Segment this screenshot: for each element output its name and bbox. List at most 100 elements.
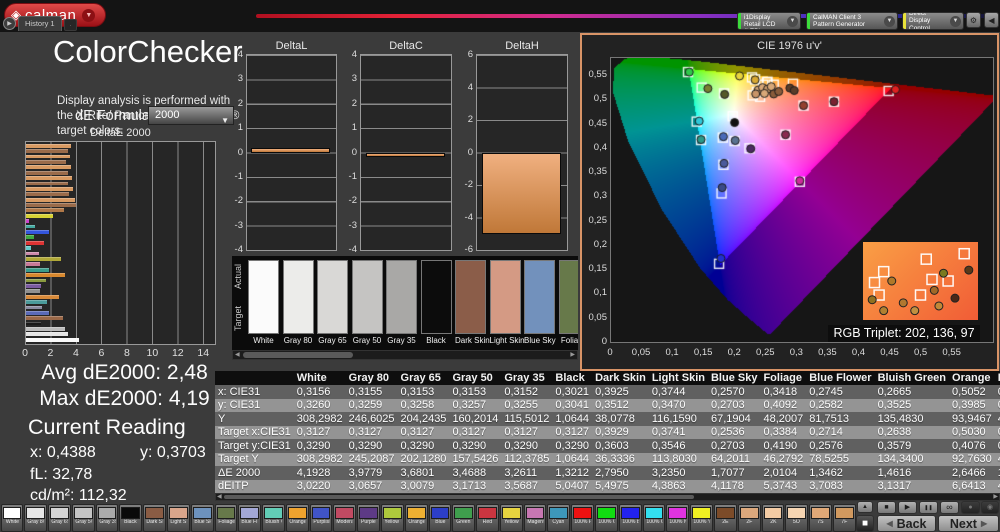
patch-button-light-skin[interactable]: Light Skin	[167, 504, 190, 532]
patch-label: 100% Magenta	[670, 519, 686, 524]
table-cell: 308,2982	[294, 453, 346, 467]
scroll-left-icon[interactable]: ◀	[217, 493, 222, 501]
patch-button-2e[interactable]: 2E	[714, 504, 737, 532]
table-cell: 3,1317	[875, 480, 949, 494]
patch-button-2f[interactable]: 2F	[738, 504, 761, 532]
continuous-read-button[interactable]: ∞	[940, 501, 959, 514]
scroll-left-icon[interactable]: ◀	[235, 351, 240, 359]
scroll-right-icon[interactable]: ▶	[570, 351, 575, 359]
swatch-gray-50: Gray 50	[352, 260, 383, 345]
next-button[interactable]: Next ▶	[938, 515, 999, 532]
patch-button-yellow[interactable]: Yellow	[500, 504, 523, 532]
patch-label: Yellow	[503, 519, 519, 524]
patch-button-cyan[interactable]: Cyan	[547, 504, 570, 532]
patch-button-foliage[interactable]: Foliage	[215, 504, 238, 532]
table-column-header: Gray 80	[346, 371, 398, 385]
patch-button-100-green[interactable]: 100% Green	[595, 504, 618, 532]
patch-button-purplish-blue[interactable]: Purplish Blue	[310, 504, 333, 532]
deltae-bar	[26, 295, 59, 299]
patch-button-100-yellow[interactable]: 100% Yellow	[690, 504, 713, 532]
patch-button-100-blue[interactable]: 100% Blue	[619, 504, 642, 532]
patch-button-gray-35[interactable]: Gray 35	[96, 504, 119, 532]
de-formula-dropdown[interactable]: 2000 ▼	[148, 106, 234, 125]
play-button[interactable]: ▶	[898, 501, 917, 514]
patch-button-orange[interactable]: Orange	[286, 504, 309, 532]
table-cell: 0,3603	[592, 439, 649, 453]
table-cell: 2,7950	[592, 466, 649, 480]
workflow-menu-button[interactable]: ▶	[3, 17, 16, 30]
table-scrollbar-thumb[interactable]	[224, 495, 694, 499]
table-cell: 3,4688	[449, 466, 501, 480]
pattern-window-button[interactable]: ■	[856, 515, 874, 532]
patch-button-yellow-green[interactable]: Yellow Green	[381, 504, 404, 532]
table-cell: 4,1178	[708, 480, 760, 494]
patch-button-moderate-red[interactable]: Moderate Red	[333, 504, 356, 532]
scroll-right-icon[interactable]: ▶	[993, 493, 998, 501]
patch-button-7f[interactable]: 7F	[833, 504, 856, 532]
add-tab-button[interactable]: ·	[64, 19, 77, 31]
patch-button-100-red[interactable]: 100% Red	[571, 504, 594, 532]
deltae-bar	[26, 257, 61, 261]
patch-button-green[interactable]: Green	[452, 504, 475, 532]
patch-color-chip	[3, 507, 22, 519]
pause-button[interactable]: ❚❚	[919, 501, 938, 514]
collapse-button[interactable]: ◀	[984, 12, 999, 28]
deltae-bar	[26, 241, 44, 245]
deltae-x-tick: 6	[98, 347, 104, 359]
cie-y-tick: 0,5	[583, 93, 607, 104]
patch-label: Magenta	[527, 519, 543, 524]
patch-button-magenta[interactable]: Magenta	[524, 504, 547, 532]
patch-button-orange-yellow[interactable]: Orange Yellow	[405, 504, 428, 532]
deltae-bar	[26, 176, 72, 180]
tab-history-1[interactable]: History 1	[18, 16, 62, 31]
patch-button-100-cyan[interactable]: 100% Cyan	[643, 504, 666, 532]
swatch-scrollbar[interactable]: ◀ ▶	[232, 350, 578, 360]
patch-button-2k[interactable]: 2K	[762, 504, 785, 532]
patch-button-red[interactable]: Red	[476, 504, 499, 532]
swatch-label: Light Skin	[490, 336, 521, 345]
patch-button-dark-skin[interactable]: Dark Skin	[143, 504, 166, 532]
patch-button-blue-flower[interactable]: Blue Flower	[238, 504, 261, 532]
settings-button[interactable]: ⚙	[966, 12, 981, 28]
patch-button-blue-sky[interactable]: Blue Sky	[191, 504, 214, 532]
patch-label: 2K	[765, 519, 781, 524]
table-cell: 0,3470	[649, 399, 708, 413]
table-cell: 0,3744	[649, 385, 708, 399]
minichart-title-deltac: DeltaC	[360, 40, 452, 52]
patch-color-chip	[193, 507, 212, 519]
table-cell: 0,2536	[708, 426, 760, 440]
patch-button-blue[interactable]: Blue	[429, 504, 452, 532]
patch-button-gray-80[interactable]: Gray 80	[24, 504, 47, 532]
record-alt-button[interactable]: ◉	[981, 501, 999, 514]
stop-button[interactable]: ■	[877, 501, 896, 514]
back-button[interactable]: ◀ Back	[877, 515, 936, 532]
table-scrollbar[interactable]: ◀ ▶	[215, 493, 1000, 501]
patch-list-up-button[interactable]: ▲	[857, 501, 873, 513]
patch-button-bluish-green[interactable]: Bluish Green	[262, 504, 285, 532]
table-cell: 5,4975	[592, 480, 649, 494]
patch-button-gray-65[interactable]: Gray 65	[48, 504, 71, 532]
table-column-header: Blue Sky	[708, 371, 760, 385]
table-column-header: Orange	[949, 371, 995, 385]
deltae-bar	[26, 187, 73, 191]
minichart-y-tick: 3	[227, 73, 243, 84]
patch-button-5o[interactable]: 5O	[785, 504, 808, 532]
record-button[interactable]: ●	[961, 501, 980, 514]
patch-button-gray-50[interactable]: Gray 50	[72, 504, 95, 532]
patch-button-purple[interactable]: Purple	[357, 504, 380, 532]
table-cell: 204,2435	[398, 412, 450, 426]
deltae-x-tick: 14	[197, 347, 209, 359]
patch-button-100-magenta[interactable]: 100% Magenta	[666, 504, 689, 532]
swatch-scrollbar-thumb[interactable]	[243, 352, 353, 358]
patch-button-black[interactable]: Black	[119, 504, 142, 532]
table-row: dEITP3,02203,06573,00793,17133,56875,040…	[215, 480, 1000, 494]
patch-button-7s[interactable]: 7S	[809, 504, 832, 532]
deltae-bar	[26, 192, 69, 196]
device-button-1[interactable]: CalMAN Client 3 Pattern Generator▼	[806, 12, 898, 30]
patch-button-white[interactable]: White	[1, 504, 24, 532]
swatch-chip	[283, 260, 314, 334]
inset-measurement-dot	[940, 269, 948, 277]
swatch-white: White	[248, 260, 279, 345]
device-button-0[interactable]: X-Rite i1Display Retail LCD (LED)▼	[737, 12, 801, 30]
device-button-2[interactable]: Direct Display Control▼	[902, 12, 964, 30]
